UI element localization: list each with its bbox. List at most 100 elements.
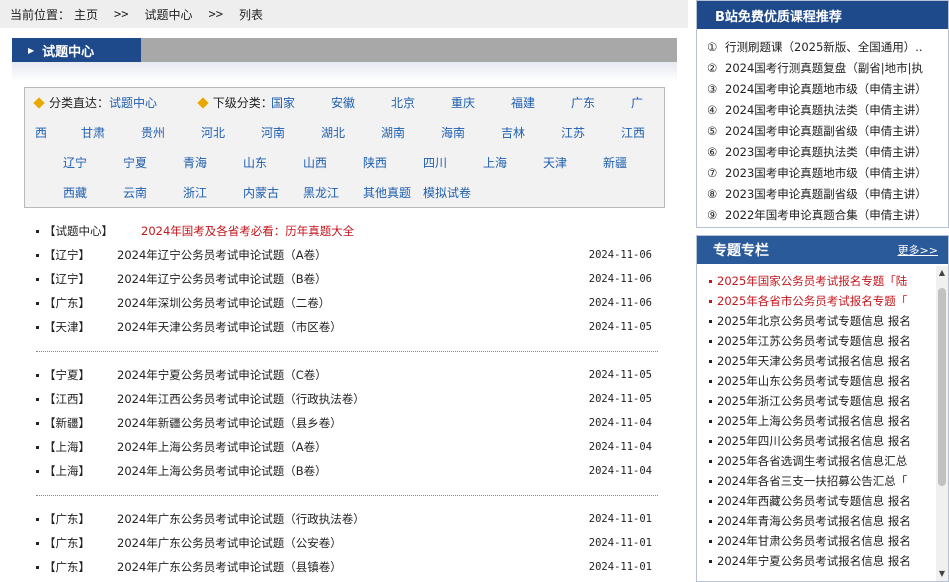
category-link[interactable]: 陕西 — [363, 148, 387, 178]
category-link[interactable]: 天津 — [543, 148, 567, 178]
article-row[interactable]: 【广东】 2024年广东公务员考试申论试题（行政执法卷） 2024-11-01 — [36, 507, 658, 531]
course-title[interactable]: 2024国考行测真题复盘（副省|地市|执 — [725, 61, 923, 75]
article-row[interactable]: 【广东】 2024年广东公务员考试申论试题（公安卷） 2024-11-01 — [36, 531, 658, 555]
category-link[interactable]: 云南 — [123, 178, 147, 208]
article-row[interactable]: 【辽宁】 2024年辽宁公务员考试申论试题（A卷） 2024-11-06 — [36, 243, 658, 267]
category-link[interactable]: 青海 — [183, 148, 207, 178]
category-link[interactable]: 福建 — [511, 88, 535, 118]
article-row[interactable]: 【广东】 2024年深圳公务员考试申论试题（二卷） 2024-11-06 — [36, 291, 658, 315]
course-item[interactable]: ⑥ 2023国考申论真题执法类（申倩主讲） — [707, 142, 939, 163]
course-item[interactable]: ⑤ 2024国考申论真题副省级（申倩主讲） — [707, 121, 939, 142]
scroll-down-icon[interactable]: ▼ — [936, 567, 948, 581]
course-item[interactable]: ④ 2024国考申论真题执法类（申倩主讲） — [707, 100, 939, 121]
category-link[interactable]: 吉林 — [501, 118, 525, 148]
row-title[interactable]: 2024年深圳公务员考试申论试题（二卷） — [117, 291, 330, 315]
category-link[interactable]: 黑龙江 — [303, 178, 339, 208]
course-title[interactable]: 行测刷题课（2025新版、全国通用）.. — [725, 40, 923, 54]
row-title[interactable]: 2024年辽宁公务员考试申论试题（B卷） — [117, 267, 327, 291]
breadcrumb-section-link[interactable]: 试题中心 — [144, 6, 192, 23]
row-title[interactable]: 2024年广东公务员考试申论试题（公安卷） — [117, 531, 342, 555]
article-row[interactable]: 【广东】 2024年广东公务员考试申论试题（县镇卷） 2024-11-01 — [36, 555, 658, 579]
category-link[interactable]: 四川 — [423, 148, 447, 178]
course-title[interactable]: 2024国考申论真题地市级（申倩主讲） — [725, 82, 927, 96]
article-row[interactable]: 【宁夏】 2024年宁夏公务员考试申论试题（C卷） 2024-11-05 — [36, 363, 658, 387]
category-link[interactable]: 上海 — [483, 148, 507, 178]
category-link[interactable]: 安徽 — [331, 88, 355, 118]
topic-item[interactable]: 2024年甘肃公务员考试报名信息 报名 — [709, 531, 915, 551]
topic-item[interactable]: 2025年山东公务员考试专题信息 报名 — [709, 371, 915, 391]
row-tag[interactable]: 【广东】 — [44, 507, 90, 531]
breadcrumb-home-link[interactable]: 主页 — [74, 6, 98, 23]
featured-row[interactable]: 【试题中心】 2024年国考及各省考必看：历年真题大全 — [36, 219, 658, 243]
course-item[interactable]: ① 行测刷题课（2025新版、全国通用）.. — [707, 37, 939, 58]
category-link[interactable]: 广东 — [571, 88, 595, 118]
row-tag[interactable]: 【江西】 — [44, 387, 90, 411]
topic-item[interactable]: 2024年青海公务员考试报名信息 报名 — [709, 511, 915, 531]
row-title[interactable]: 2024年上海公务员考试申论试题（A卷） — [117, 435, 327, 459]
article-row[interactable]: 【江西】 2024年江西公务员考试申论试题（行政执法卷） 2024-11-05 — [36, 387, 658, 411]
course-item[interactable]: ③ 2024国考申论真题地市级（申倩主讲） — [707, 79, 939, 100]
category-link[interactable]: 甘肃 — [81, 118, 105, 148]
topic-item[interactable]: 2024年西藏公务员考试专题信息 报名 — [709, 491, 915, 511]
category-link[interactable]: 江苏 — [561, 118, 585, 148]
topic-item[interactable]: 2025年江苏公务员考试专题信息 报名 — [709, 331, 915, 351]
row-title[interactable]: 2024年辽宁公务员考试申论试题（A卷） — [117, 243, 327, 267]
category-link[interactable]: 内蒙古 — [243, 178, 279, 208]
category-link[interactable]: 重庆 — [451, 88, 475, 118]
row-title[interactable]: 2024年上海公务员考试申论试题（B卷） — [117, 459, 327, 483]
course-title[interactable]: 2023国考申论真题副省级（申倩主讲） — [725, 187, 927, 201]
article-row[interactable]: 【天津】 2024年天津公务员考试申论试题（市区卷） 2024-11-05 — [36, 315, 658, 339]
row-tag[interactable]: 【试题中心】 — [44, 219, 113, 243]
row-tag[interactable]: 【辽宁】 — [44, 267, 90, 291]
row-tag[interactable]: 【辽宁】 — [44, 243, 90, 267]
category-link[interactable]: 新疆 — [603, 148, 627, 178]
category-link[interactable]: 河南 — [261, 118, 285, 148]
scrollbar[interactable]: ▲ ▼ — [936, 266, 948, 581]
row-tag[interactable]: 【天津】 — [44, 315, 90, 339]
row-title[interactable]: 2024年天津公务员考试申论试题（市区卷） — [117, 315, 342, 339]
row-title[interactable]: 2024年江西公务员考试申论试题（行政执法卷） — [117, 387, 365, 411]
category-link[interactable]: 模拟试卷 — [423, 178, 471, 208]
article-row[interactable]: 【上海】 2024年上海公务员考试申论试题（B卷） 2024-11-04 — [36, 459, 658, 483]
course-title[interactable]: 2024国考申论真题副省级（申倩主讲） — [725, 124, 927, 138]
topic-item[interactable]: 2025年各省选调生考试报名信息汇总 — [709, 451, 915, 471]
scrollbar-thumb[interactable] — [938, 288, 946, 486]
scroll-up-icon[interactable]: ▲ — [936, 266, 948, 280]
topic-item[interactable]: 2024年各省三支一扶招募公告汇总「 — [709, 471, 915, 491]
category-link[interactable]: 山东 — [243, 148, 267, 178]
row-tag[interactable]: 【上海】 — [44, 459, 90, 483]
category-link[interactable]: 湖北 — [321, 118, 345, 148]
course-item[interactable]: ② 2024国考行测真题复盘（副省|地市|执 — [707, 58, 939, 79]
category-link[interactable]: 贵州 — [141, 118, 165, 148]
category-link[interactable]: 北京 — [391, 88, 415, 118]
course-title[interactable]: 2022年国考申论真题合集（申倩主讲） — [725, 208, 927, 222]
row-tag[interactable]: 【宁夏】 — [44, 363, 90, 387]
topic-item[interactable]: 2024年宁夏公务员考试报名信息 报名 — [709, 551, 915, 571]
row-tag[interactable]: 【广东】 — [44, 291, 90, 315]
row-title[interactable]: 2024年广东公务员考试申论试题（县镇卷） — [117, 555, 342, 579]
topic-item[interactable]: 2025年天津公务员考试报名信息 报名 — [709, 351, 915, 371]
category-link[interactable]: 辽宁 — [63, 148, 87, 178]
category-link[interactable]: 国家 — [271, 88, 295, 118]
category-link[interactable]: 湖南 — [381, 118, 405, 148]
topic-item[interactable]: 2025年北京公务员考试专题信息 报名 — [709, 311, 915, 331]
course-item[interactable]: ⑨ 2022年国考申论真题合集（申倩主讲） — [707, 205, 939, 226]
category-link[interactable]: 宁夏 — [123, 148, 147, 178]
row-title[interactable]: 2024年国考及各省考必看：历年真题大全 — [141, 219, 354, 243]
category-link[interactable]: 山西 — [303, 148, 327, 178]
topic-item[interactable]: 2025年浙江公务员考试专题信息 报名 — [709, 391, 915, 411]
row-tag[interactable]: 【广东】 — [44, 531, 90, 555]
article-row[interactable]: 【新疆】 2024年新疆公务员考试申论试题（县乡卷） 2024-11-04 — [36, 411, 658, 435]
row-tag[interactable]: 【广东】 — [44, 555, 90, 579]
topic-item[interactable]: 2025年国家公务员考试报名专题「陆 — [709, 271, 915, 291]
category-link[interactable]: 西 — [35, 118, 47, 148]
category-link[interactable]: 海南 — [441, 118, 465, 148]
row-tag[interactable]: 【新疆】 — [44, 411, 90, 435]
more-link[interactable]: 更多>> — [898, 242, 938, 258]
category-link[interactable]: 浙江 — [183, 178, 207, 208]
category-link[interactable]: 其他真题 — [363, 178, 411, 208]
topic-item[interactable]: 2025年上海公务员考试报名信息 报名 — [709, 411, 915, 431]
category-link[interactable]: 西藏 — [63, 178, 87, 208]
row-title[interactable]: 2024年广东公务员考试申论试题（行政执法卷） — [117, 507, 365, 531]
category-link[interactable]: 广 — [631, 88, 643, 118]
